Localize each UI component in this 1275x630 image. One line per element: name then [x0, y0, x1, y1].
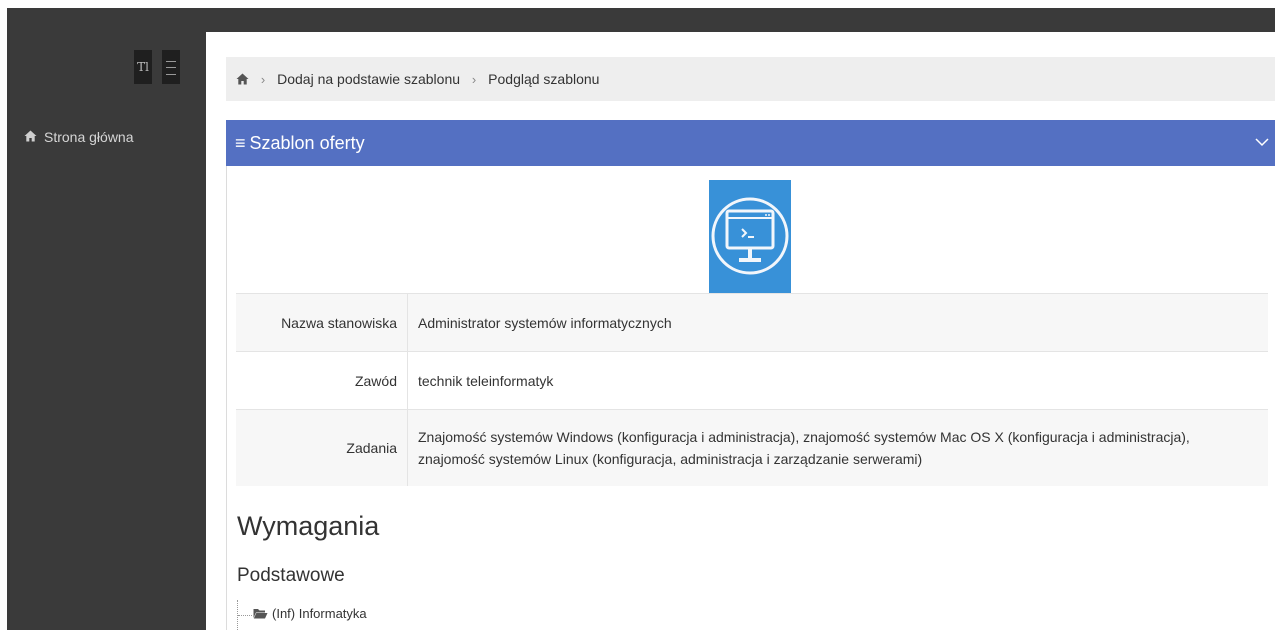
breadcrumb-separator: › — [260, 72, 266, 87]
home-icon — [24, 129, 38, 145]
breadcrumb-separator: › — [471, 72, 477, 87]
detail-value-profession: technik teleinformatyk — [407, 351, 1268, 410]
breadcrumb-item-template-preview: Podgląd szablonu — [488, 71, 600, 87]
hamburger-icon: ≡ — [235, 133, 246, 153]
table-row: Zawód technik teleinformatyk — [236, 351, 1268, 410]
requirements-heading: Wymagania — [237, 511, 380, 541]
detail-label-profession: Zawód — [236, 351, 408, 410]
table-row: Zadania Znajomość systemów Windows (konf… — [236, 409, 1268, 486]
folder-open-icon — [253, 606, 268, 621]
text-size-button[interactable]: Tl — [134, 50, 152, 84]
sidebar-toggle-button[interactable] — [162, 50, 180, 84]
window-edge-top — [7, 0, 1275, 8]
offer-logo — [709, 180, 791, 293]
home-icon — [236, 73, 249, 85]
main-content: › Dodaj na podstawie szablonu › Podgląd … — [206, 32, 1275, 630]
breadcrumb-item-add-from-template[interactable]: Dodaj na podstawie szablonu — [277, 71, 460, 87]
requirements-tree: (Inf) Informatyka — [237, 598, 537, 630]
detail-value-position: Administrator systemów informatycznych — [407, 293, 1268, 352]
details-table: Nazwa stanowiska Administrator systemów … — [236, 293, 1268, 486]
panel-title: Szablon oferty — [249, 133, 365, 153]
sidebar: Tl Strona główna — [7, 32, 206, 630]
panel-body: Nazwa stanowiska Administrator systemów … — [226, 166, 1275, 630]
sidebar-item-label: Strona główna — [44, 129, 134, 145]
tree-node-label: (Inf) Informatyka — [272, 606, 367, 621]
breadcrumb: › Dodaj na podstawie szablonu › Podgląd … — [226, 57, 1275, 101]
top-navbar — [7, 8, 1275, 32]
chevron-down-icon[interactable] — [1255, 120, 1269, 166]
panel-header[interactable]: ≡ Szablon oferty — [226, 120, 1275, 166]
sidebar-item-home[interactable]: Strona główna — [24, 129, 134, 145]
table-row: Nazwa stanowiska Administrator systemów … — [236, 293, 1268, 352]
terminal-monitor-icon — [711, 197, 789, 275]
detail-label-position: Nazwa stanowiska — [236, 293, 408, 352]
tree-connector — [238, 615, 252, 616]
detail-value-tasks: Znajomość systemów Windows (konfiguracja… — [407, 409, 1268, 486]
requirements-subheading: Podstawowe — [237, 565, 345, 586]
breadcrumb-home-link[interactable] — [236, 57, 249, 101]
tree-node[interactable]: (Inf) Informatyka — [253, 606, 367, 621]
menu-icon — [166, 61, 176, 75]
text-size-icon: Tl — [137, 60, 149, 74]
detail-label-tasks: Zadania — [236, 409, 408, 486]
window-edge-left — [0, 0, 7, 630]
